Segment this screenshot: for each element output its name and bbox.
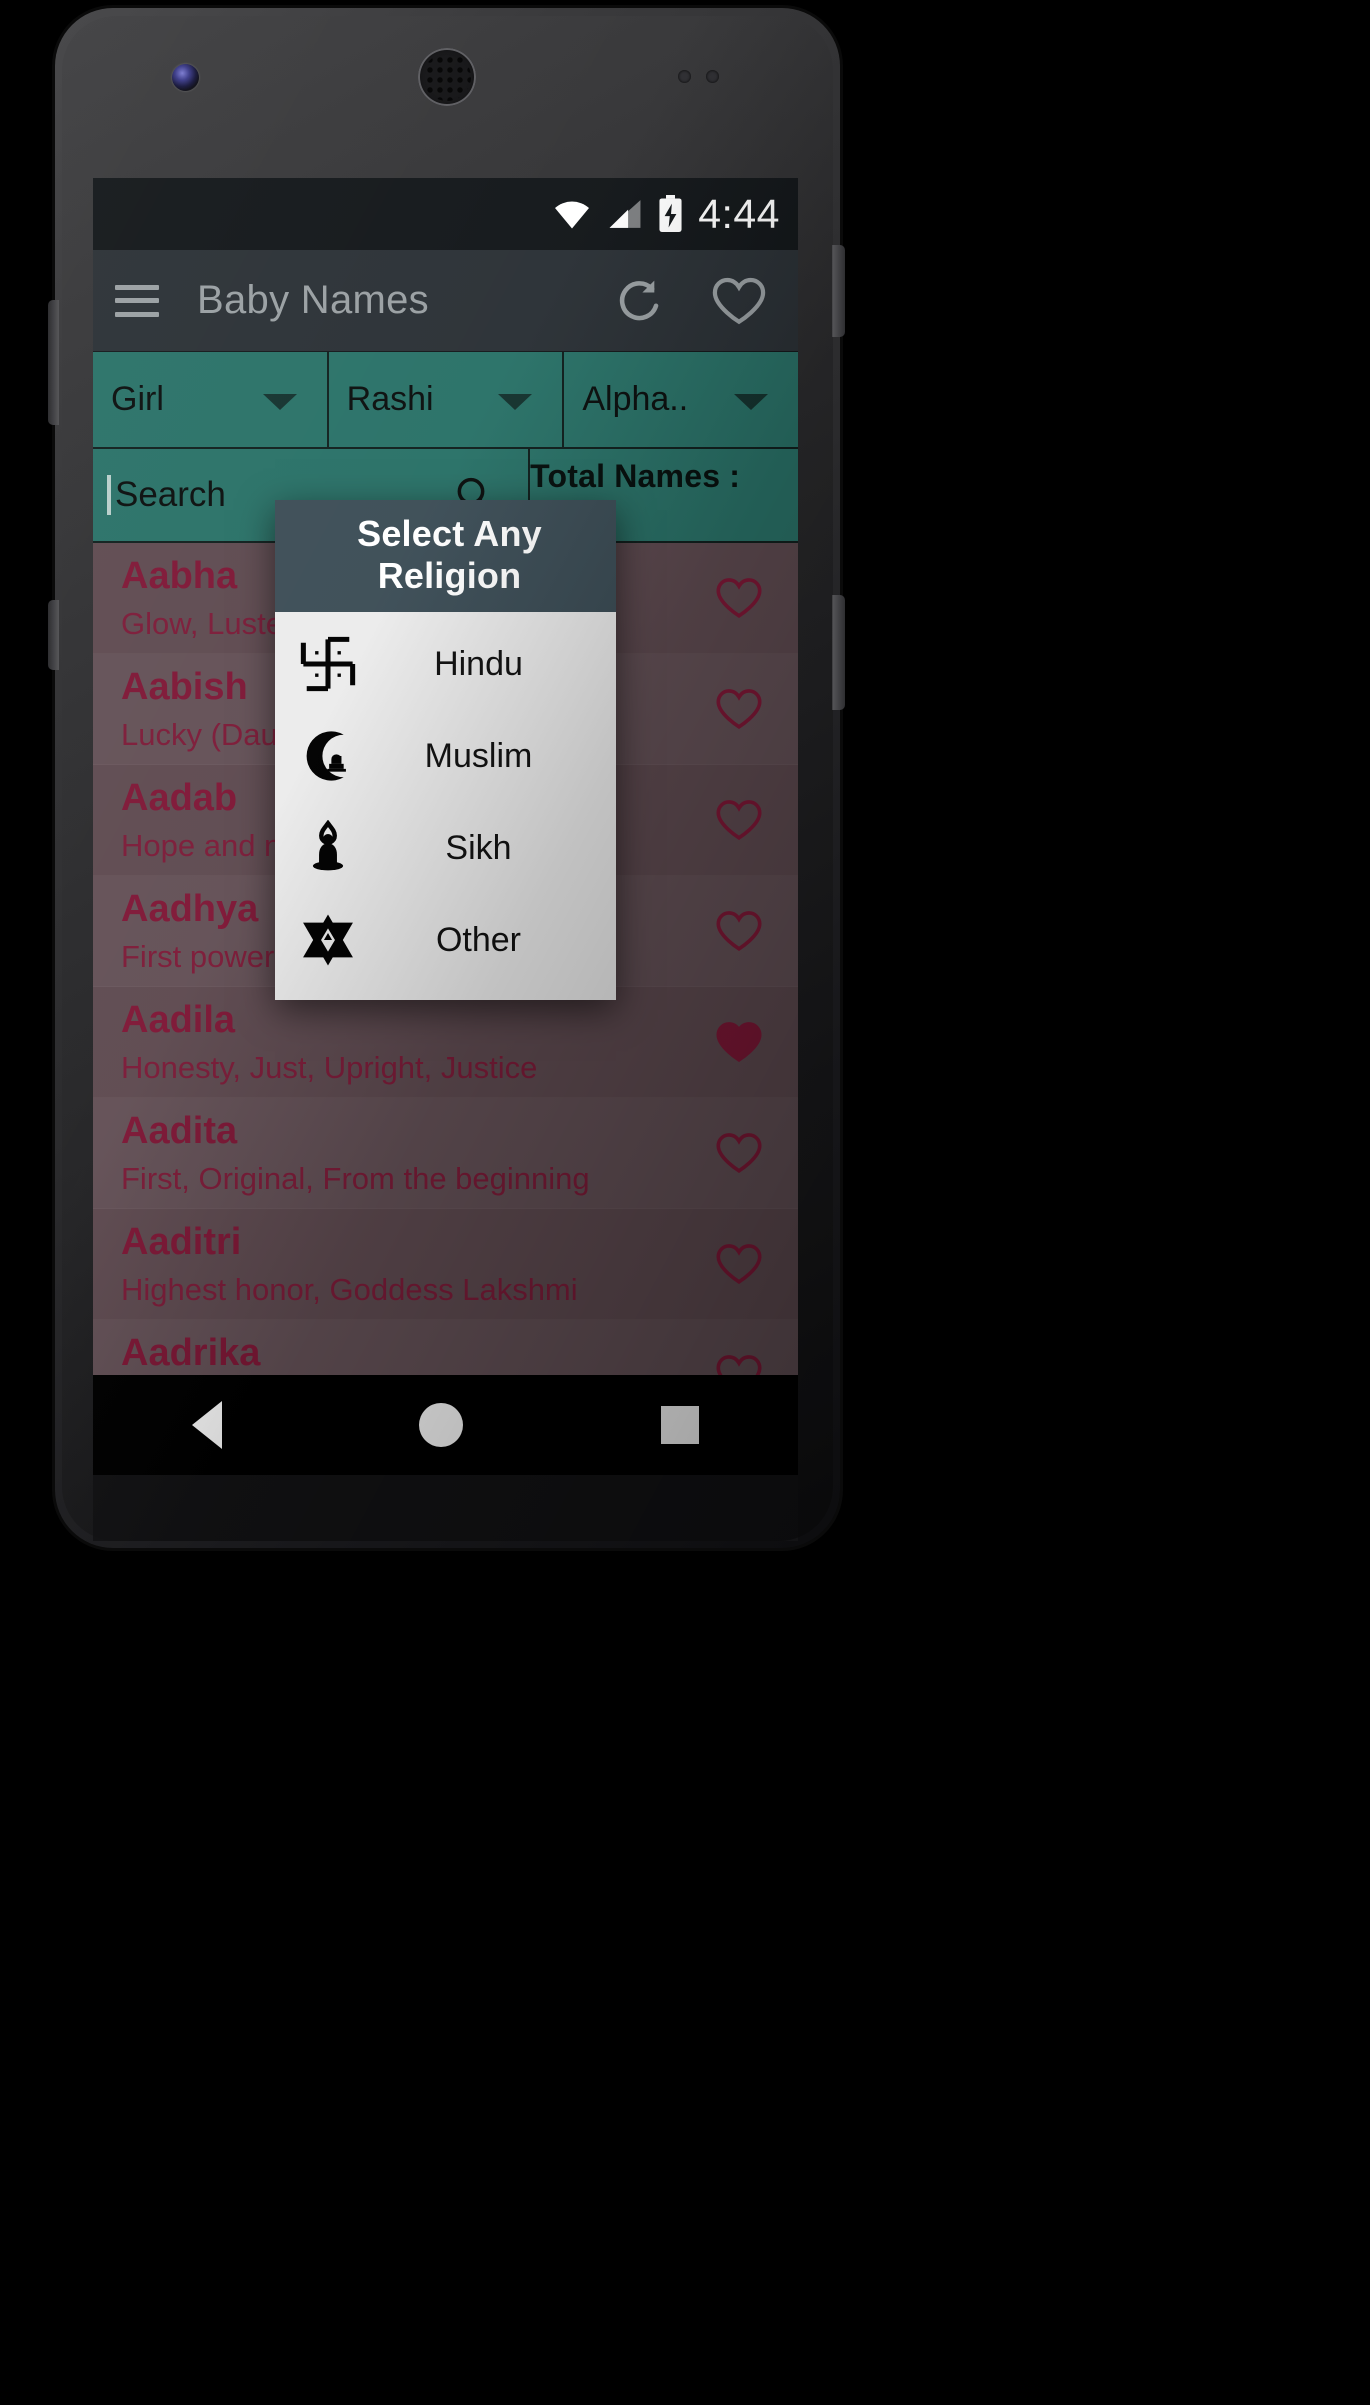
power-button[interactable] [832,245,845,337]
name-text: Aadila [121,999,236,1041]
search-placeholder: Search [115,475,226,514]
status-bar: 4:44 [93,178,798,250]
recents-button[interactable] [661,1406,700,1444]
chevron-down-icon [498,393,533,410]
app-bar-actions [614,274,776,328]
crescent-mosque-icon [297,725,359,787]
swastika-icon [297,633,359,695]
dialog-title: Select Any Religion [275,500,616,612]
rashi-spinner[interactable]: Rashi [329,352,565,447]
select-religion-dialog: Select Any Religion Hindu Muslim Sikh Ot… [275,500,616,1000]
gender-spinner-value: Girl [111,380,164,418]
heart-outline-icon[interactable] [710,274,768,328]
name-text: Aadita [121,1110,238,1152]
name-text: Aadrika [121,1332,261,1374]
meaning-text: Highest honor, Goddess Lakshmi [121,1271,578,1307]
device-chin [93,1475,798,1541]
status-bar-clock: 4:44 [698,190,780,237]
religion-option-other[interactable]: Other [275,894,616,986]
refresh-icon[interactable] [614,275,666,327]
favorite-heart-icon[interactable] [714,686,764,732]
chevron-down-icon [262,393,297,410]
gender-spinner[interactable]: Girl [93,352,329,447]
rashi-spinner-value: Rashi [346,380,434,418]
page-title: Baby Names [197,278,429,322]
phone-screen: 4:44 Baby Names Girl Rashi Alpha.. Searc… [93,178,798,1375]
proximity-sensor [678,70,691,83]
favorite-heart-icon[interactable] [714,575,764,621]
favorite-heart-icon[interactable] [714,1241,764,1287]
alphabet-spinner[interactable]: Alpha.. [564,352,798,447]
religion-label: Other [435,920,522,959]
alphabet-spinner-value: Alpha.. [582,380,689,418]
list-item[interactable]: Aaditri Highest honor, Goddess Lakshmi [93,1209,798,1320]
religion-option-hindu[interactable]: Hindu [275,618,616,710]
favorite-heart-icon[interactable] [714,1130,764,1176]
list-item[interactable]: Aadita First, Original, From the beginni… [93,1098,798,1209]
dialog-options: Hindu Muslim Sikh Other [275,612,616,1000]
religion-option-sikh[interactable]: Sikh [275,802,616,894]
religion-label: Sikh [445,828,512,867]
wifi-icon [555,201,590,229]
hamburger-menu-icon[interactable] [115,284,159,317]
religion-label: Hindu [434,644,523,683]
favorite-heart-icon[interactable] [714,1352,764,1375]
signal-icon [609,200,641,228]
favorite-heart-icon[interactable] [714,908,764,954]
status-bar-icons [551,195,684,233]
back-button[interactable] [191,1401,222,1449]
light-sensor [706,70,719,83]
religion-option-muslim[interactable]: Muslim [275,710,616,802]
filter-row: Girl Rashi Alpha.. [93,352,798,447]
screenshot-root: 4:44 Baby Names Girl Rashi Alpha.. Searc… [0,0,1370,2405]
app-bar: Baby Names [93,250,798,352]
home-button[interactable] [419,1403,464,1447]
list-item[interactable]: Aadila Honesty, Just, Upright, Justice [93,987,798,1098]
star-of-david-icon [297,909,359,971]
meaning-text: First, Original, From the beginning [121,1160,590,1196]
volume-button-lower[interactable] [48,600,59,670]
system-navigation-bar [93,1375,798,1475]
list-item[interactable]: Aadrika [93,1320,798,1375]
chevron-down-icon [734,393,769,410]
favorite-heart-icon[interactable] [714,797,764,843]
favorite-heart-icon-filled[interactable] [714,1019,764,1065]
earpiece-speaker [418,48,476,106]
volume-button[interactable] [48,300,59,425]
religion-label: Muslim [424,736,533,775]
battery-charging-icon [659,195,682,232]
meditating-person-icon [297,817,359,879]
name-text: Aaditri [121,1221,242,1263]
text-cursor [107,475,111,515]
front-camera [172,64,199,91]
meaning-text: Honesty, Just, Upright, Justice [121,1049,538,1085]
power-button-lower[interactable] [832,595,845,710]
